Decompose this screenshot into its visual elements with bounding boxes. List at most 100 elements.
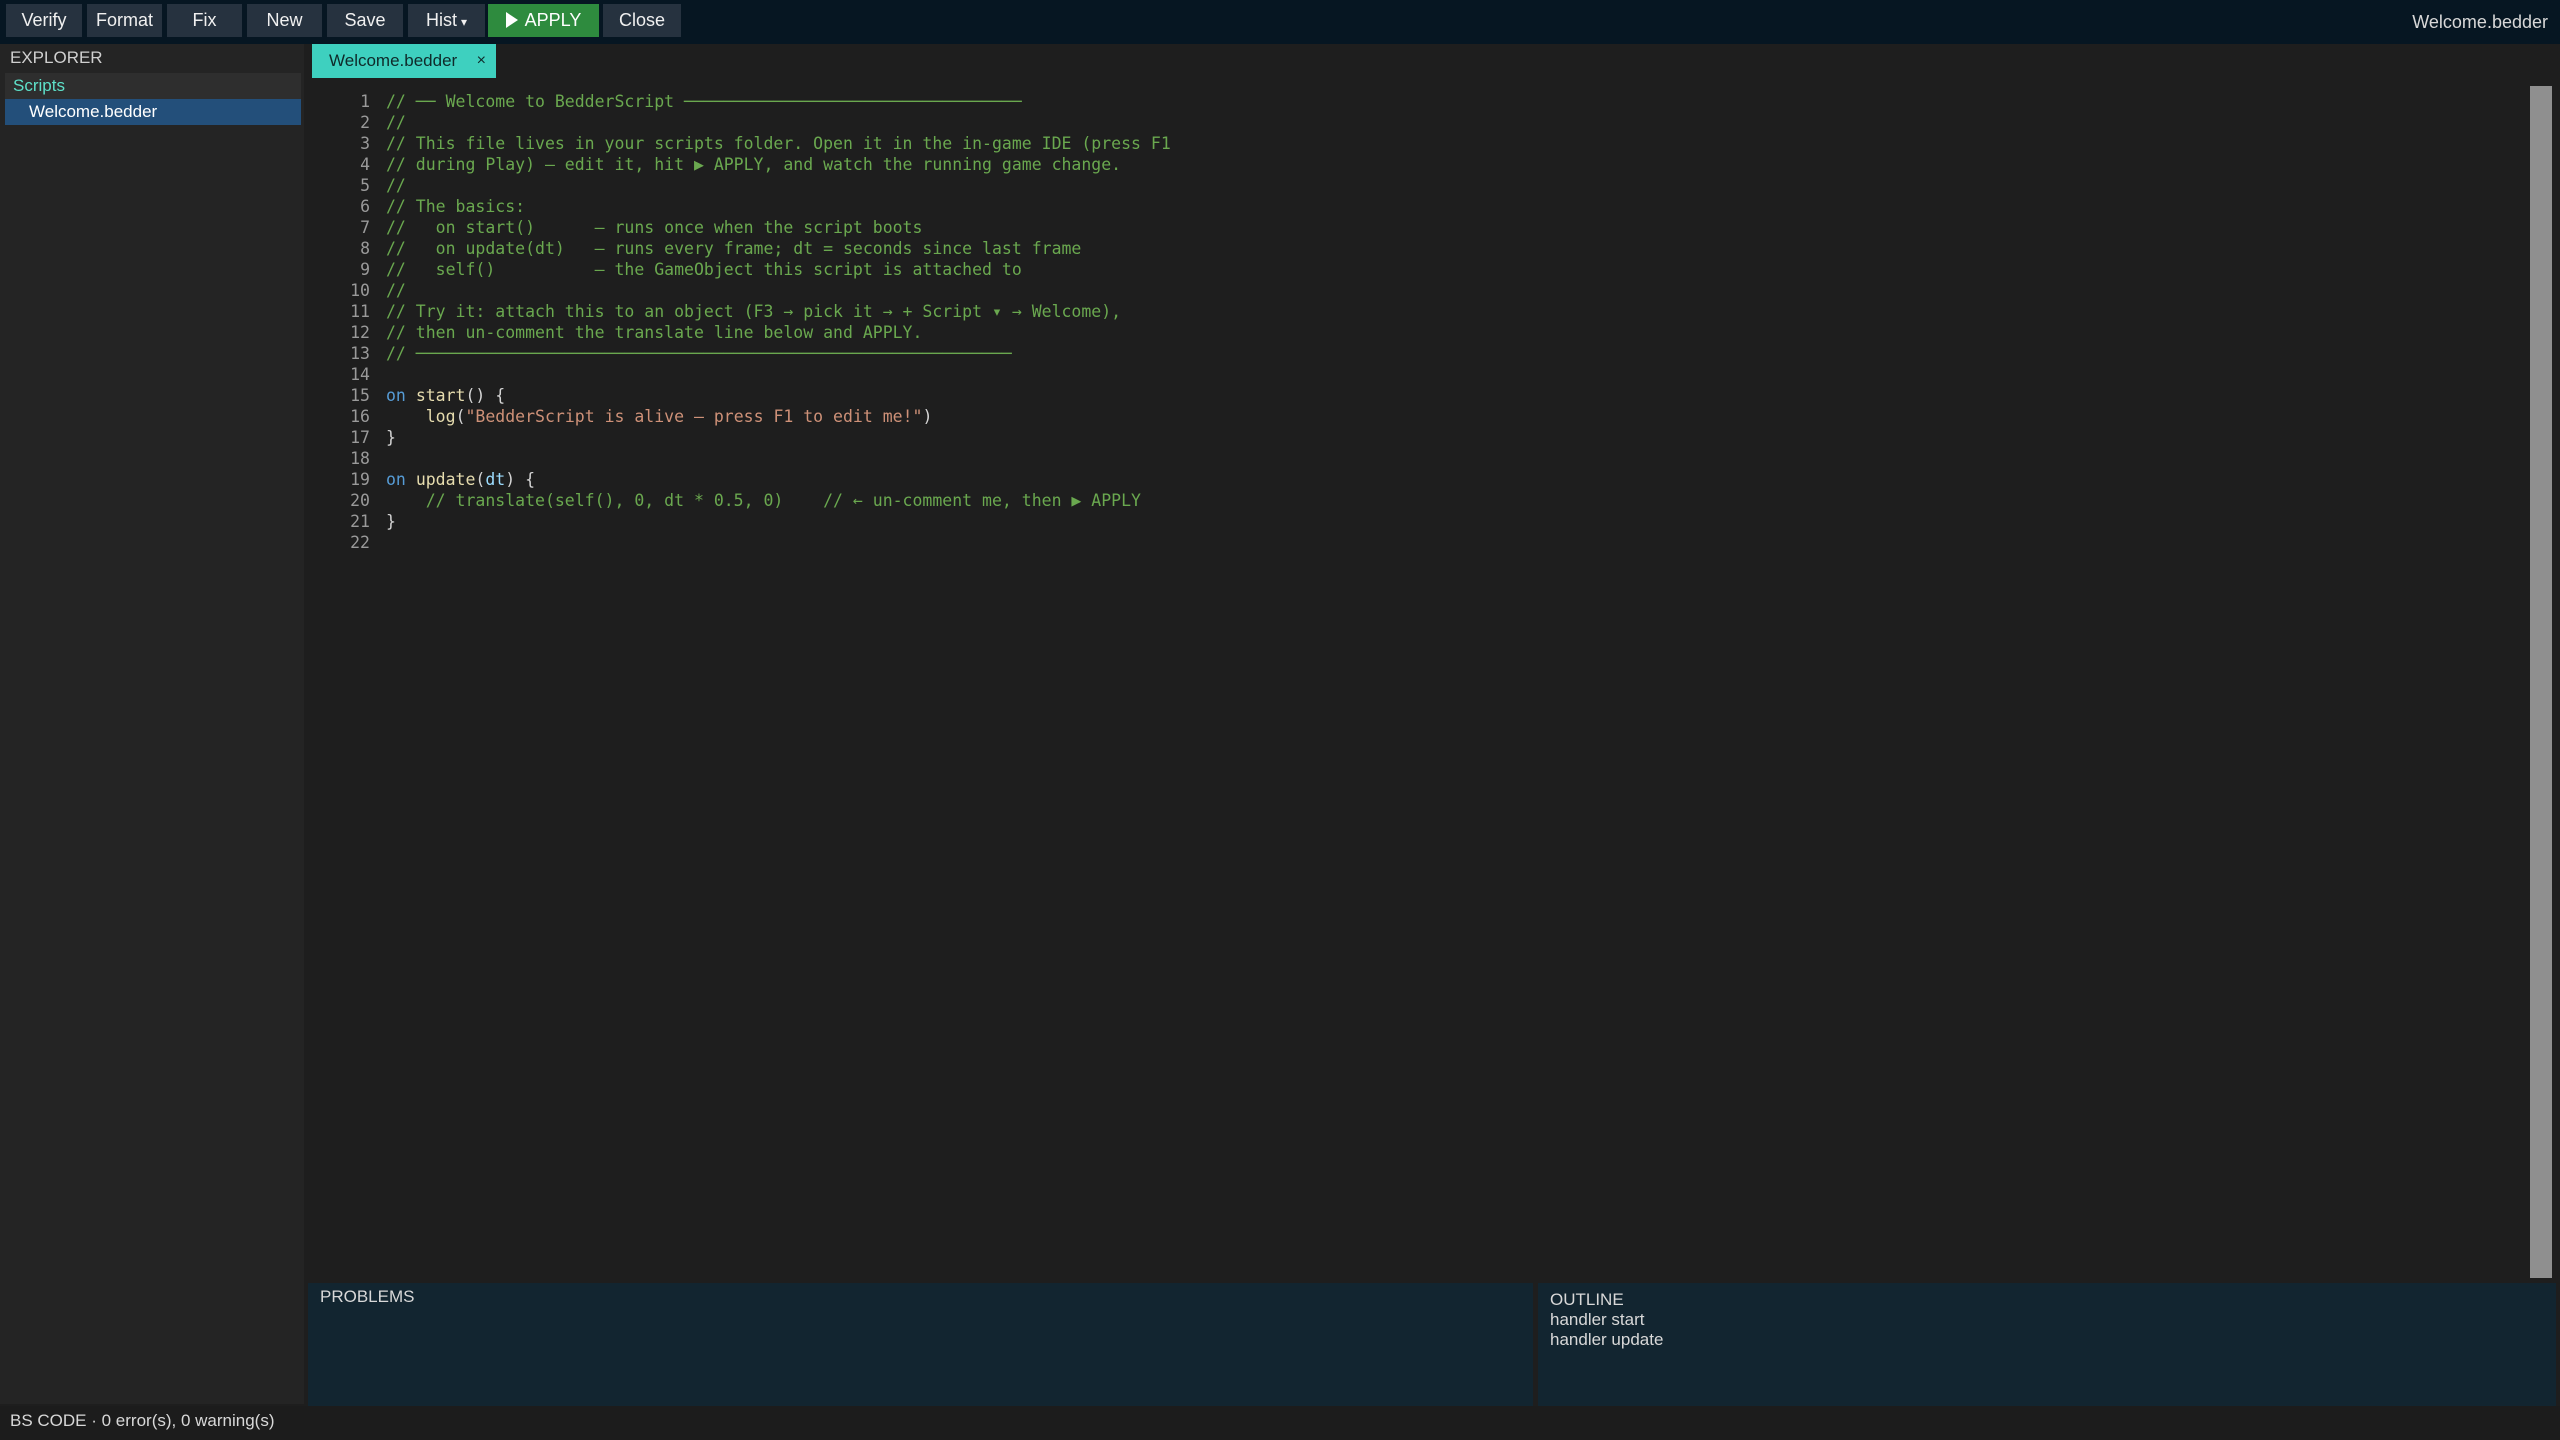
problems-panel: PROBLEMS (308, 1283, 1533, 1406)
line-content: // (386, 112, 406, 133)
code-token: on (386, 470, 406, 489)
code-token: // Try it: attach this to an object (F3 … (386, 302, 1122, 321)
code-token: () { (465, 386, 506, 405)
line-number: 7 (360, 218, 370, 237)
folder-label: Scripts (13, 76, 65, 95)
code-token: ( (475, 470, 486, 489)
line-number: 6 (360, 197, 370, 216)
tab-label: Welcome.bedder (329, 51, 458, 70)
line-content: // on start() — runs once when the scrip… (386, 217, 922, 238)
editor-scrollbar-thumb[interactable] (2530, 86, 2552, 1278)
tab-welcome-bedder[interactable]: Welcome.bedder × (312, 44, 496, 78)
new-button[interactable]: New (247, 4, 322, 37)
line-content: // ─────────────────────────────────────… (386, 343, 1012, 364)
format-button[interactable]: Format (87, 4, 162, 37)
line-content: on start() { (386, 385, 505, 406)
code-token: // ── Welcome to BedderScript ──────────… (386, 92, 1022, 111)
code-token: on (386, 386, 406, 405)
line-content: // translate(self(), 0, dt * 0.5, 0) // … (386, 490, 1141, 511)
file-label: Welcome.bedder (29, 102, 158, 121)
code-token: // on update(dt) — runs every frame; dt … (386, 239, 1082, 258)
chevron-down-icon: ▾ (460, 15, 468, 29)
line-number: 9 (360, 260, 370, 279)
save-button[interactable]: Save (327, 4, 403, 37)
explorer-folder-scripts[interactable]: Scripts (5, 73, 301, 99)
line-content: // self() — the GameObject this script i… (386, 259, 1022, 280)
close-icon[interactable]: × (477, 44, 486, 78)
toolbar: Verify Format Fix New Save Hist ▾ APPLY C… (0, 0, 2560, 44)
line-content: log("BedderScript is alive — press F1 to… (386, 406, 933, 427)
code-token: ( (455, 407, 466, 426)
line-number: 2 (360, 113, 370, 132)
line-content: // This file lives in your scripts folde… (386, 133, 1171, 154)
code-token: update (415, 470, 476, 489)
line-number: 17 (350, 428, 370, 447)
code-token: // then un-comment the translate line be… (386, 323, 923, 342)
code-token: log (425, 407, 456, 426)
history-dropdown-button[interactable]: Hist ▾ (408, 4, 485, 37)
line-content: // Try it: attach this to an object (F3 … (386, 301, 1121, 322)
line-number: 15 (350, 386, 370, 405)
line-number: 8 (360, 239, 370, 258)
line-content: // during Play) — edit it, hit ▶ APPLY, … (386, 154, 1121, 175)
outline-item-update[interactable]: handler update (1550, 1330, 1663, 1350)
code-token: // translate(self(), 0, dt * 0.5, 0) // … (386, 491, 1141, 510)
apply-button-label: APPLY (524, 10, 582, 30)
verify-button[interactable]: Verify (6, 4, 82, 37)
problems-title: PROBLEMS (320, 1287, 415, 1306)
code-token: "BedderScript is alive — press F1 to edi… (465, 407, 923, 426)
play-icon (505, 12, 518, 28)
status-text: BS CODE · 0 error(s), 0 warning(s) (10, 1411, 275, 1430)
line-content: } (386, 511, 396, 532)
line-number: 14 (350, 365, 370, 384)
code-token: // on start() — runs once when the scrip… (386, 218, 923, 237)
line-content: on update(dt) { (386, 469, 535, 490)
line-number: 11 (350, 302, 370, 321)
line-number: 21 (350, 512, 370, 531)
code-token: // (386, 176, 406, 195)
line-number: 13 (350, 344, 370, 363)
line-number: 1 (360, 92, 370, 111)
line-content: // then un-comment the translate line be… (386, 322, 922, 343)
window-title: Welcome.bedder (2412, 12, 2548, 32)
explorer-title: EXPLORER (10, 48, 103, 67)
line-number: 4 (360, 155, 370, 174)
line-number: 16 (350, 407, 370, 426)
code-token: ) (922, 407, 933, 426)
code-token: } (386, 428, 396, 447)
status-bar: BS CODE · 0 error(s), 0 warning(s) (0, 1406, 2560, 1440)
outline-title: OUTLINE (1550, 1290, 1624, 1309)
line-number: 5 (360, 176, 370, 195)
history-button-label: Hist (425, 10, 457, 30)
code-token: } (386, 512, 396, 531)
code-token: // ─────────────────────────────────────… (386, 344, 1012, 363)
code-editor[interactable]: 1 // ── Welcome to BedderScript ─────────… (304, 82, 2528, 1280)
line-number: 19 (350, 470, 370, 489)
outline-panel: OUTLINE handler start handler update (1538, 1283, 2556, 1406)
fix-button[interactable]: Fix (167, 4, 242, 37)
line-number: 10 (350, 281, 370, 300)
tab-bar: Welcome.bedder × (304, 44, 2560, 82)
code-token: // The basics: (386, 197, 526, 216)
code-token: // This file lives in your scripts folde… (386, 134, 1171, 153)
outline-item-start[interactable]: handler start (1550, 1310, 1645, 1330)
line-content: // ── Welcome to BedderScript ──────────… (386, 91, 1022, 112)
apply-button[interactable]: APPLY (488, 4, 599, 37)
line-content: // on update(dt) — runs every frame; dt … (386, 238, 1081, 259)
code-token: // self() — the GameObject this script i… (386, 260, 1022, 279)
code-token: // during Play) — edit it, hit ▶ APPLY, … (386, 155, 1122, 174)
line-content: // (386, 280, 406, 301)
code-token: // (386, 113, 406, 132)
line-number: 18 (350, 449, 370, 468)
close-button[interactable]: Close (603, 4, 681, 37)
explorer-file-item[interactable]: Welcome.bedder (5, 99, 301, 125)
line-number: 22 (350, 533, 370, 552)
code-token: ) { (505, 470, 536, 489)
line-number: 20 (350, 491, 370, 510)
code-token: // (386, 281, 406, 300)
code-token: start (415, 386, 466, 405)
line-content: // The basics: (386, 196, 525, 217)
